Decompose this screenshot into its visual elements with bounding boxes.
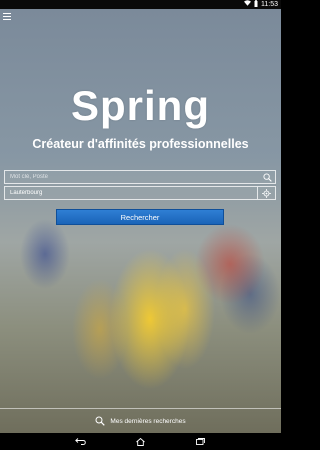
search-history-icon <box>95 416 106 428</box>
keyword-field <box>4 170 276 184</box>
geolocate-icon[interactable] <box>257 187 275 199</box>
location-field <box>4 186 276 200</box>
home-icon[interactable] <box>135 437 147 447</box>
location-input[interactable] <box>5 187 257 199</box>
wifi-icon <box>244 0 251 9</box>
main-screen: Spring Créateur d'affinités professionne… <box>0 9 281 433</box>
keyword-input[interactable] <box>5 171 259 183</box>
system-nav-bar <box>0 433 281 450</box>
recent-searches-label: Mes dernières recherches <box>110 418 186 425</box>
back-icon[interactable] <box>75 437 87 447</box>
search-button[interactable]: Rechercher <box>56 209 224 225</box>
search-icon[interactable] <box>259 171 275 183</box>
status-bar: 11:53 <box>0 0 281 9</box>
recent-apps-icon[interactable] <box>195 437 207 447</box>
recent-searches-button[interactable]: Mes dernières recherches <box>0 408 281 433</box>
app-logo: Spring <box>71 82 210 129</box>
status-time: 11:53 <box>261 1 278 8</box>
app-tagline: Créateur d'affinités professionnelles <box>32 137 249 151</box>
hamburger-menu-icon[interactable] <box>3 13 11 20</box>
